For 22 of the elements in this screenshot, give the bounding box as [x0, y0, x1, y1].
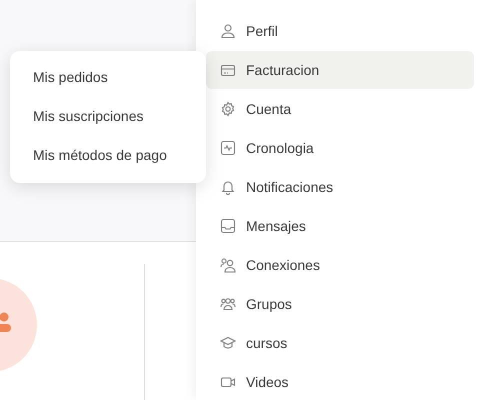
group-icon: [220, 296, 236, 312]
sidebar-item[interactable]: Videos: [206, 363, 474, 400]
sidebar-item[interactable]: Conexiones: [206, 246, 474, 284]
cap-icon: [220, 335, 236, 351]
chart-icon: [220, 140, 236, 156]
sidebar-item[interactable]: cursos: [206, 324, 474, 362]
inbox-icon: [220, 218, 236, 234]
sidebar-item[interactable]: Cronologia: [206, 129, 474, 167]
bell-icon: [220, 179, 236, 195]
menu-item[interactable]: Mis métodos de pago: [10, 136, 206, 175]
sidebar-item[interactable]: Facturacion: [206, 51, 474, 89]
users-icon: [220, 257, 236, 273]
user-icon: [220, 23, 236, 39]
sidebar-item[interactable]: Mensajes: [206, 207, 474, 245]
menu-item[interactable]: Mis suscripciones: [10, 97, 206, 136]
sidebar-item[interactable]: Notificaciones: [206, 168, 474, 206]
sidebar-item[interactable]: Cuenta: [206, 90, 474, 128]
sidebar-item[interactable]: Perfil: [206, 12, 474, 50]
sidebar-item[interactable]: Grupos: [206, 285, 474, 323]
gear-icon: [220, 101, 236, 117]
card-icon: [220, 62, 236, 78]
menu-item[interactable]: Mis pedidos: [10, 58, 206, 97]
